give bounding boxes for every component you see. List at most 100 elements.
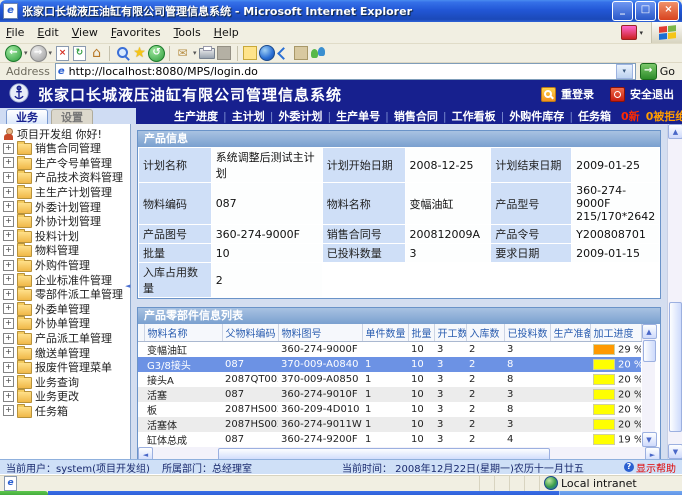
- plugin-icon[interactable]: [621, 25, 637, 40]
- address-input[interactable]: e http://localhost:8080/MPS/login.do ▾: [55, 63, 636, 80]
- sidebar-item[interactable]: +销售合同管理: [0, 141, 130, 156]
- mail-button[interactable]: ✉: [174, 45, 191, 62]
- scroll-thumb[interactable]: [669, 302, 682, 432]
- scroll-thumb[interactable]: [218, 448, 550, 459]
- notes-button[interactable]: [242, 45, 259, 62]
- scroll-left-icon[interactable]: ◄: [138, 447, 153, 459]
- sidebar-item[interactable]: +外委计划管理: [0, 199, 130, 214]
- search-button[interactable]: [114, 45, 131, 62]
- minimize-button[interactable]: _: [612, 1, 633, 21]
- column-header[interactable]: 批量: [408, 324, 434, 342]
- nav-item[interactable]: 外购件库存: [509, 108, 564, 124]
- parts-row[interactable]: 活塞087360-274-9010F11032320 %: [138, 387, 641, 402]
- maximize-button[interactable]: □: [635, 1, 656, 21]
- sidebar-item[interactable]: +缴送单管理: [0, 345, 130, 360]
- nav-item[interactable]: 外委计划: [278, 108, 322, 124]
- messenger-globe-button[interactable]: [259, 45, 276, 62]
- address-dropdown-icon[interactable]: ▾: [616, 64, 633, 79]
- messenger-button[interactable]: [310, 45, 327, 62]
- column-header[interactable]: 生产准备: [550, 324, 590, 342]
- menu-item-favorites[interactable]: Favorites: [111, 26, 161, 39]
- expand-icon[interactable]: +: [3, 274, 14, 285]
- column-header[interactable]: 加工进度: [590, 324, 641, 342]
- scroll-thumb[interactable]: [643, 340, 656, 362]
- page-vscrollbar[interactable]: ▲ ▼: [667, 124, 682, 459]
- expand-icon[interactable]: +: [3, 289, 14, 300]
- expand-icon[interactable]: +: [3, 260, 14, 271]
- edit-button[interactable]: [216, 45, 233, 62]
- parts-row[interactable]: 接头A2087QT002370-009-A085011032820 %: [138, 372, 641, 387]
- sidebar-item[interactable]: +报废件管理菜单: [0, 360, 130, 375]
- parts-row[interactable]: 缸体总成087360-274-9200F11032419 %: [138, 432, 641, 447]
- menu-item-tools[interactable]: Tools: [174, 26, 201, 39]
- scroll-down-icon[interactable]: ▼: [642, 432, 657, 447]
- nav-item[interactable]: 生产单号: [336, 108, 380, 124]
- sidebar-item[interactable]: +外购件管理: [0, 258, 130, 273]
- expand-icon[interactable]: +: [3, 362, 14, 373]
- history-button[interactable]: ↺: [148, 45, 165, 62]
- expand-icon[interactable]: +: [3, 405, 14, 416]
- parts-row[interactable]: G3/8接头087370-009-A084011032820 %: [138, 357, 641, 372]
- menu-item-help[interactable]: Help: [214, 26, 239, 39]
- expand-icon[interactable]: +: [3, 347, 14, 358]
- research-button[interactable]: [293, 45, 310, 62]
- print-button[interactable]: [199, 45, 216, 62]
- expand-icon[interactable]: +: [3, 318, 14, 329]
- menu-item-view[interactable]: View: [72, 26, 98, 39]
- favorites-button[interactable]: ★: [131, 45, 148, 62]
- tab-business[interactable]: 业务: [6, 109, 48, 124]
- column-header[interactable]: 单件数量: [362, 324, 408, 342]
- home-button[interactable]: ⌂: [88, 45, 105, 62]
- expand-icon[interactable]: +: [3, 245, 14, 256]
- scroll-up-icon[interactable]: ▲: [668, 124, 682, 139]
- expand-icon[interactable]: +: [3, 201, 14, 212]
- back-dropdown-icon[interactable]: ▾: [24, 49, 28, 57]
- tab-settings[interactable]: 设置: [51, 109, 93, 124]
- sidebar-item[interactable]: +零部件派工单管理: [0, 287, 130, 302]
- sidebar-item[interactable]: +外协单管理: [0, 316, 130, 331]
- nav-item[interactable]: 主计划: [232, 108, 265, 124]
- stop-button[interactable]: ×: [54, 45, 71, 62]
- scroll-up-icon[interactable]: ▲: [642, 324, 657, 339]
- nav-item[interactable]: 销售合同: [394, 108, 438, 124]
- parts-vscrollbar[interactable]: ▲ ▼: [642, 324, 655, 447]
- parts-row[interactable]: 活塞体2087HS002360-274-9011W11032320 %: [138, 417, 641, 432]
- sidebar-item[interactable]: +产品技术资料管理: [0, 170, 130, 185]
- column-header[interactable]: 父物料编码: [222, 324, 278, 342]
- quick-link-button[interactable]: [276, 45, 293, 62]
- sidebar-item[interactable]: +外协计划管理: [0, 214, 130, 229]
- sidebar-item[interactable]: +企业标准件管理: [0, 272, 130, 287]
- forward-dropdown-icon[interactable]: ▾: [49, 49, 53, 57]
- plugin-dropdown-icon[interactable]: ▾: [639, 29, 643, 37]
- sidebar-item[interactable]: +业务查询: [0, 375, 130, 390]
- column-header[interactable]: 物料名称: [144, 324, 222, 342]
- expand-icon[interactable]: +: [3, 230, 14, 241]
- menu-item-file[interactable]: File: [6, 26, 24, 39]
- expand-icon[interactable]: +: [3, 333, 14, 344]
- parts-row[interactable]: 板2087HS002360-209-4D01011032820 %: [138, 402, 641, 417]
- scroll-down-icon[interactable]: ▼: [668, 444, 682, 459]
- expand-icon[interactable]: +: [3, 391, 14, 402]
- nav-item[interactable]: 任务箱: [578, 108, 611, 124]
- sidebar-item[interactable]: +物料管理: [0, 243, 130, 258]
- splitter-collapse-icon[interactable]: ◄: [125, 282, 130, 290]
- nav-item[interactable]: 生产进度: [174, 108, 218, 124]
- menu-item-edit[interactable]: Edit: [37, 26, 58, 39]
- expand-icon[interactable]: +: [3, 172, 14, 183]
- parts-hscrollbar[interactable]: ◄ ►: [138, 447, 660, 459]
- expand-icon[interactable]: +: [3, 303, 14, 314]
- sidebar-item[interactable]: +生产令号单管理: [0, 156, 130, 171]
- refresh-button[interactable]: ↻: [71, 45, 88, 62]
- address-url[interactable]: http://localhost:8080/MPS/login.do: [69, 65, 616, 78]
- expand-icon[interactable]: +: [3, 187, 14, 198]
- nav-item[interactable]: 工作看板: [452, 108, 496, 124]
- logout-button[interactable]: 安全退出: [610, 86, 674, 102]
- sidebar-item[interactable]: +产品派工单管理: [0, 331, 130, 346]
- back-button[interactable]: ←: [5, 45, 22, 62]
- start-button[interactable]: [0, 491, 48, 495]
- show-help-link[interactable]: ? 显示帮助: [624, 460, 676, 475]
- go-button[interactable]: → Go: [640, 63, 679, 80]
- sidebar-item[interactable]: +任务箱: [0, 404, 130, 419]
- scroll-right-icon[interactable]: ►: [645, 447, 660, 459]
- sidebar-item[interactable]: +外委单管理: [0, 302, 130, 317]
